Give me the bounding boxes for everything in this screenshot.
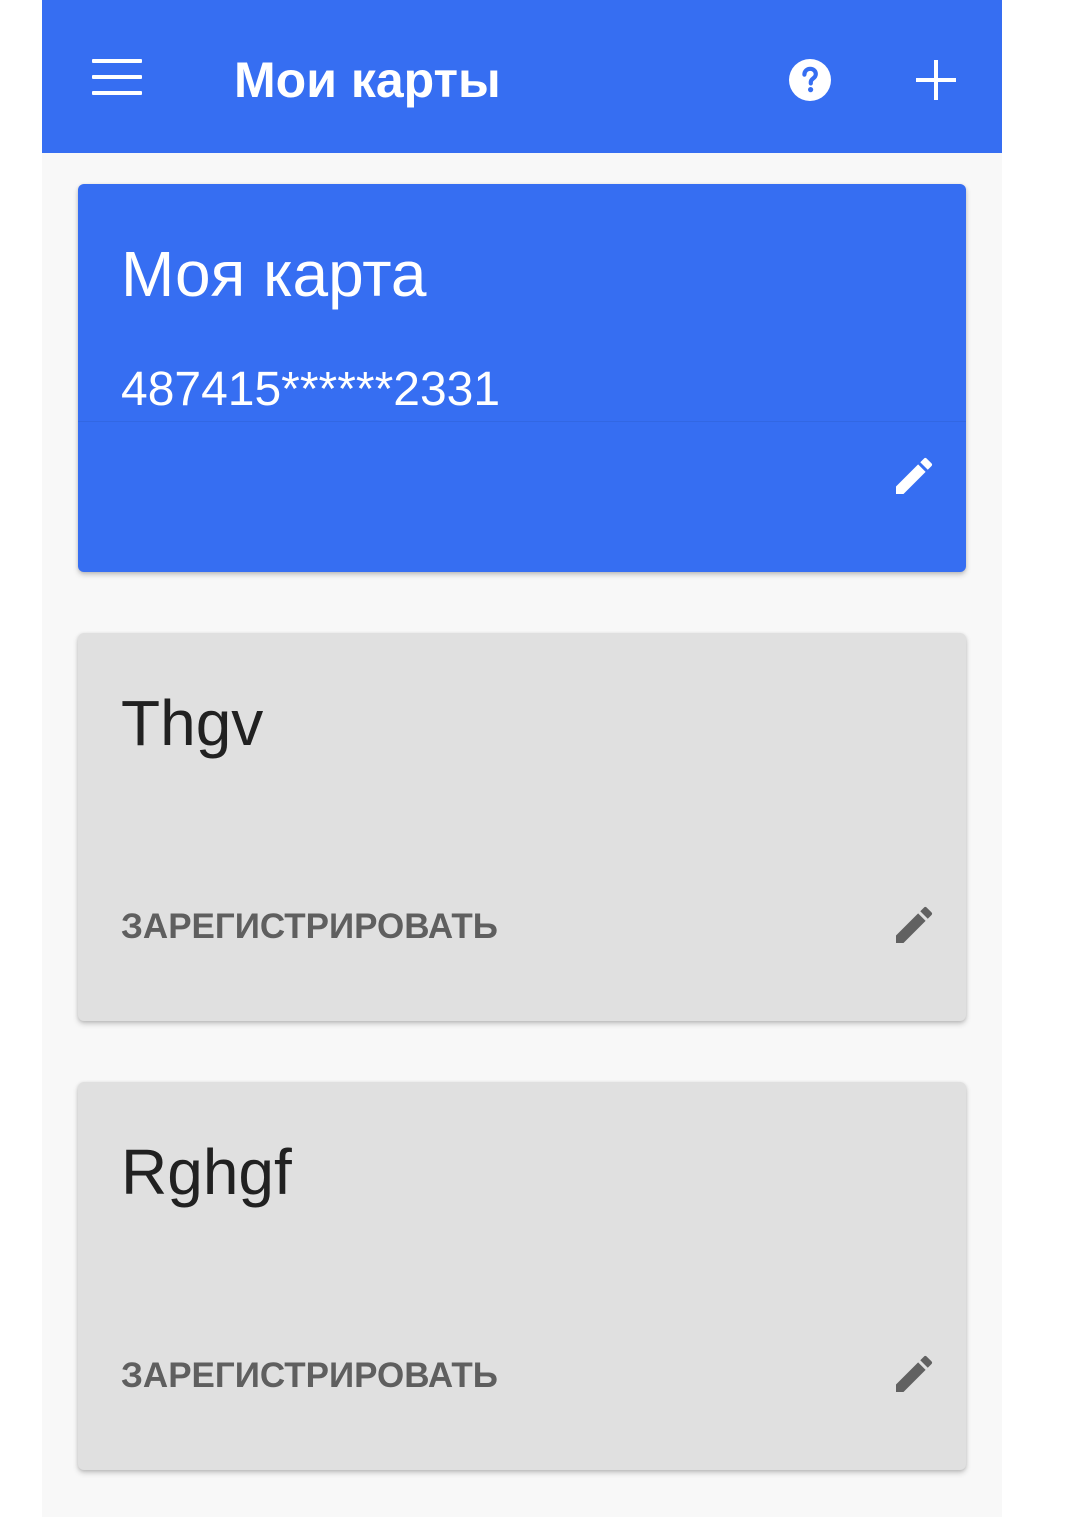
pencil-icon: [896, 1355, 933, 1392]
page-title: Мои карты: [234, 52, 501, 108]
edit-card-button[interactable]: [890, 901, 938, 949]
card-item[interactable]: Моя карта 487415******2331: [78, 184, 966, 572]
card-divider: [78, 421, 966, 422]
register-button[interactable]: ЗАРЕГИСТРИРОВАТЬ: [121, 905, 498, 949]
edit-card-button[interactable]: [890, 1350, 938, 1398]
card-title: Моя карта: [121, 238, 427, 310]
card-title: Rghgf: [121, 1136, 292, 1208]
edit-card-button[interactable]: [890, 452, 938, 500]
help-circle-icon: [789, 59, 831, 101]
register-button[interactable]: ЗАРЕГИСТРИРОВАТЬ: [121, 1354, 498, 1398]
plus-icon: [916, 60, 956, 100]
menu-button[interactable]: [90, 57, 144, 97]
pencil-icon: [896, 457, 933, 494]
app-bar: Мои карты: [42, 0, 1002, 153]
card-number: 487415******2331: [121, 363, 501, 416]
card-item[interactable]: Rghgf ЗАРЕГИСТРИРОВАТЬ: [78, 1082, 966, 1470]
add-card-button[interactable]: [914, 58, 958, 102]
pencil-icon: [896, 906, 933, 943]
screen: Мои карты Моя карта 487415******2331 Thg…: [42, 0, 1002, 1517]
card-title: Thgv: [121, 687, 264, 759]
help-button[interactable]: [786, 56, 834, 104]
card-item[interactable]: Thgv ЗАРЕГИСТРИРОВАТЬ: [78, 633, 966, 1021]
